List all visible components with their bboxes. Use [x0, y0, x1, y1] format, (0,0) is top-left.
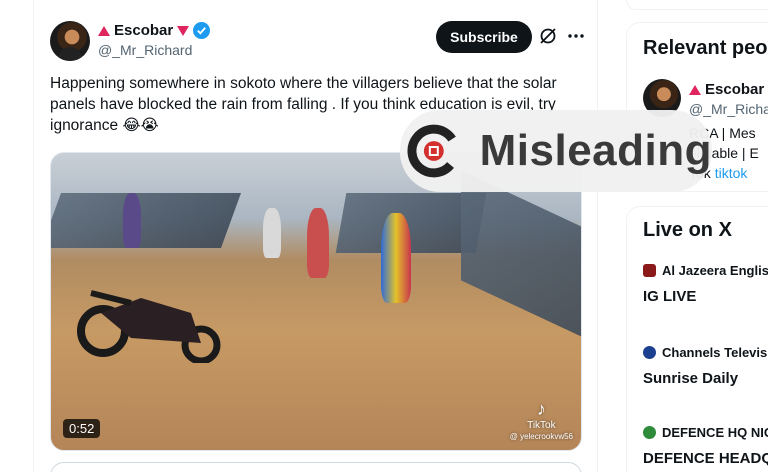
live-title: Sunrise Daily [643, 370, 739, 387]
defence-hq-icon [643, 426, 656, 439]
misleading-label: Misleading [479, 126, 712, 175]
tiktok-handle: @ yelecrookvw56 [509, 432, 573, 441]
live-on-x-card: Live on X Al Jazeera English IG LIVE Cha… [626, 206, 768, 472]
live-title: DEFENCE HEADQU [643, 450, 768, 467]
villager-figure [123, 193, 141, 248]
tweet-video[interactable]: 0:52 ♪ TikTok @ yelecrookvw56 [50, 152, 582, 451]
live-item[interactable]: DEFENCE HQ NIGE DEFENCE HEADQU [643, 425, 768, 467]
video-duration: 0:52 [63, 419, 101, 438]
grok-icon[interactable] [538, 26, 558, 46]
channels-tv-icon [643, 346, 656, 359]
sidebar-top-card [626, 0, 768, 10]
villager-figure [263, 208, 281, 258]
motorcycle [77, 290, 221, 363]
relevant-handle[interactable]: @_Mr_Richar [689, 101, 768, 117]
villager-figure [381, 213, 411, 303]
red-triangle-down-icon [177, 25, 190, 36]
live-item[interactable]: Al Jazeera English IG LIVE [643, 263, 768, 305]
relevant-people-title: Relevant peop [643, 37, 768, 59]
solar-panel [51, 193, 242, 248]
bio-link[interactable]: tiktok [715, 165, 748, 181]
subscribe-button[interactable]: Subscribe [436, 21, 532, 53]
misleading-badge: Misleading [400, 110, 712, 192]
tweet-column: Escobar @_Mr_Richard Subscribe Happening… [33, 0, 598, 472]
next-card [50, 462, 582, 472]
tiktok-watermark: ♪ TikTok @ yelecrookvw56 [510, 399, 573, 442]
solar-panel [461, 170, 581, 346]
author-avatar[interactable] [50, 21, 90, 61]
author-name-row[interactable]: Escobar [98, 22, 211, 39]
al-jazeera-icon [643, 264, 656, 277]
red-triangle-up-icon [98, 25, 110, 36]
villager-figure [307, 208, 329, 278]
live-source: DEFENCE HQ NIGE [662, 425, 768, 440]
red-triangle-up-icon [689, 84, 701, 95]
tiktok-brand: TikTok [527, 420, 556, 431]
more-options-icon[interactable] [566, 26, 586, 46]
relevant-name[interactable]: Escobar [705, 81, 764, 98]
live-source: Channels Televisi [662, 345, 768, 360]
author-handle[interactable]: @_Mr_Richard [98, 42, 192, 58]
live-on-x-title: Live on X [643, 219, 732, 241]
live-title: IG LIVE [643, 288, 697, 305]
author-name[interactable]: Escobar [114, 22, 173, 39]
live-item[interactable]: Channels Televisi Sunrise Daily [643, 345, 768, 387]
verified-badge-icon [193, 22, 211, 39]
live-source: Al Jazeera English [662, 263, 768, 278]
relevant-name-row[interactable]: Escobar [689, 81, 768, 98]
tiktok-logo-icon: ♪ [536, 399, 546, 419]
fact-check-logo-icon [407, 124, 461, 178]
